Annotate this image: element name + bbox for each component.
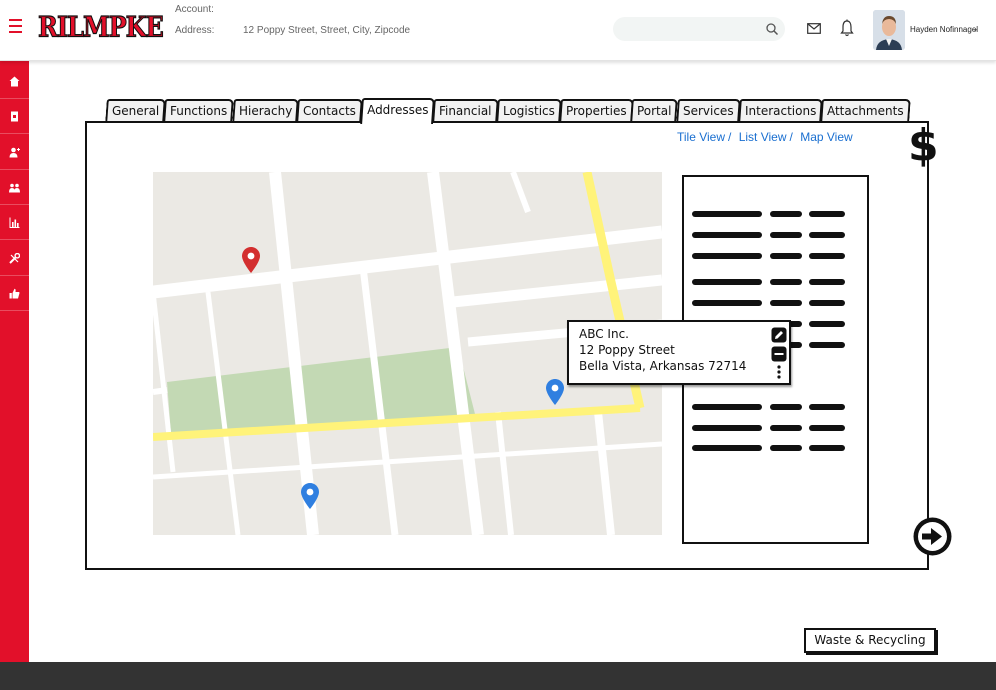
tab-contacts[interactable]: Contacts	[296, 99, 363, 122]
address-value: 12 Poppy Street, Street, City, Zipcode	[243, 25, 411, 36]
user-name[interactable]: Hayden Nofinnagel	[910, 25, 978, 34]
placeholder-text-line	[692, 232, 762, 238]
tab-functions[interactable]: Functions	[163, 99, 235, 122]
top-header: RILMPKE Account: Address: 12 Poppy Stree…	[0, 0, 996, 61]
popup-city-line: Bella Vista, Arkansas 72714	[579, 359, 747, 373]
sidebar-item-tools[interactable]	[0, 241, 29, 276]
map-view-link[interactable]: Map View	[800, 130, 852, 144]
placeholder-text-line	[809, 404, 845, 410]
financial-dollar-icon[interactable]: $	[908, 121, 939, 171]
search-input[interactable]	[613, 17, 753, 41]
placeholder-text-line	[809, 232, 845, 238]
brand-logo[interactable]: RILMPKE	[38, 9, 165, 43]
placeholder-text-line	[770, 425, 802, 431]
popup-street: 12 Poppy Street	[579, 343, 675, 357]
placeholder-text-line	[809, 445, 845, 451]
tab-logistics[interactable]: Logistics	[496, 99, 562, 122]
hamburger-menu-icon[interactable]	[9, 19, 22, 33]
placeholder-text-line	[770, 445, 802, 451]
address-info-popup[interactable]: ABC Inc. 12 Poppy Street Bella Vista, Ar…	[567, 320, 791, 385]
placeholder-text-line	[809, 279, 845, 285]
placeholder-text-line	[770, 404, 802, 410]
search-icon[interactable]	[765, 22, 779, 36]
tab-general[interactable]: General	[105, 99, 167, 122]
tab-hierachy[interactable]: Hierachy	[231, 99, 299, 122]
remove-icon[interactable]	[771, 346, 787, 362]
tab-addresses[interactable]: Addresses	[359, 98, 436, 124]
placeholder-text-line	[692, 211, 762, 217]
account-label: Account:	[175, 4, 214, 15]
mail-icon[interactable]	[807, 23, 821, 34]
notification-bell-icon[interactable]	[840, 19, 854, 38]
sidebar-item-user-add[interactable]	[0, 135, 29, 170]
placeholder-text-line	[809, 300, 845, 306]
placeholder-text-line	[809, 321, 845, 327]
user-avatar[interactable]	[873, 10, 905, 50]
popup-company: ABC Inc.	[579, 327, 629, 341]
placeholder-text-line	[692, 253, 762, 259]
edit-icon[interactable]	[771, 327, 787, 343]
sidebar-item-home[interactable]	[0, 64, 29, 99]
document-icon	[11, 111, 18, 121]
placeholder-text-line	[770, 232, 802, 238]
view-separator: /	[789, 130, 793, 144]
tab-properties[interactable]: Properties	[558, 99, 634, 122]
placeholder-text-line	[809, 253, 845, 259]
search-box	[613, 17, 785, 41]
sidebar-item-document[interactable]	[0, 99, 29, 134]
address-label: Address:	[175, 25, 215, 36]
placeholder-text-line	[770, 253, 802, 259]
sidebar-item-feedback[interactable]	[0, 276, 29, 311]
tab-portal[interactable]: Portal	[630, 99, 679, 122]
placeholder-text-line	[770, 279, 802, 285]
placeholder-text-line	[692, 279, 762, 285]
group-icon	[9, 183, 20, 192]
next-arrow-icon[interactable]	[912, 516, 953, 557]
sidebar-item-reports[interactable]	[0, 205, 29, 240]
more-options-icon[interactable]	[774, 364, 784, 380]
user-add-icon	[9, 147, 20, 157]
tools-icon	[9, 252, 20, 264]
red-map-pin-icon[interactable]	[242, 247, 260, 273]
bar-chart-icon	[9, 217, 20, 228]
placeholder-text-line	[809, 342, 845, 348]
placeholder-text-line	[692, 404, 762, 410]
home-icon	[9, 76, 20, 86]
tab-attachments[interactable]: Attachments	[820, 99, 911, 122]
left-sidebar	[0, 61, 29, 662]
placeholder-text-line	[770, 211, 802, 217]
view-switcher: Tile View / List View / Map View	[677, 130, 853, 144]
placeholder-text-line	[809, 211, 845, 217]
placeholder-text-line	[692, 445, 762, 451]
sidebar-item-group[interactable]	[0, 170, 29, 205]
blue-map-pin-icon[interactable]	[301, 483, 319, 509]
footer-bar	[0, 662, 996, 690]
waste-recycling-button[interactable]: Waste & Recycling	[804, 628, 936, 653]
placeholder-text-line	[692, 425, 762, 431]
user-menu-chevron-icon[interactable]: ⌄	[972, 24, 979, 33]
record-tabs: General Functions Hierachy Contacts Addr…	[105, 98, 911, 124]
tab-interactions[interactable]: Interactions	[737, 99, 823, 122]
tab-financial[interactable]: Financial	[432, 99, 499, 122]
placeholder-text-line	[692, 300, 762, 306]
view-separator: /	[728, 130, 732, 144]
thumbs-up-icon	[9, 288, 20, 298]
blue-map-pin-icon[interactable]	[546, 379, 564, 405]
tile-view-link[interactable]: Tile View	[677, 130, 725, 144]
list-view-link[interactable]: List View	[739, 130, 787, 144]
tab-services[interactable]: Services	[676, 99, 741, 122]
placeholder-text-line	[809, 425, 845, 431]
placeholder-text-line	[770, 300, 802, 306]
